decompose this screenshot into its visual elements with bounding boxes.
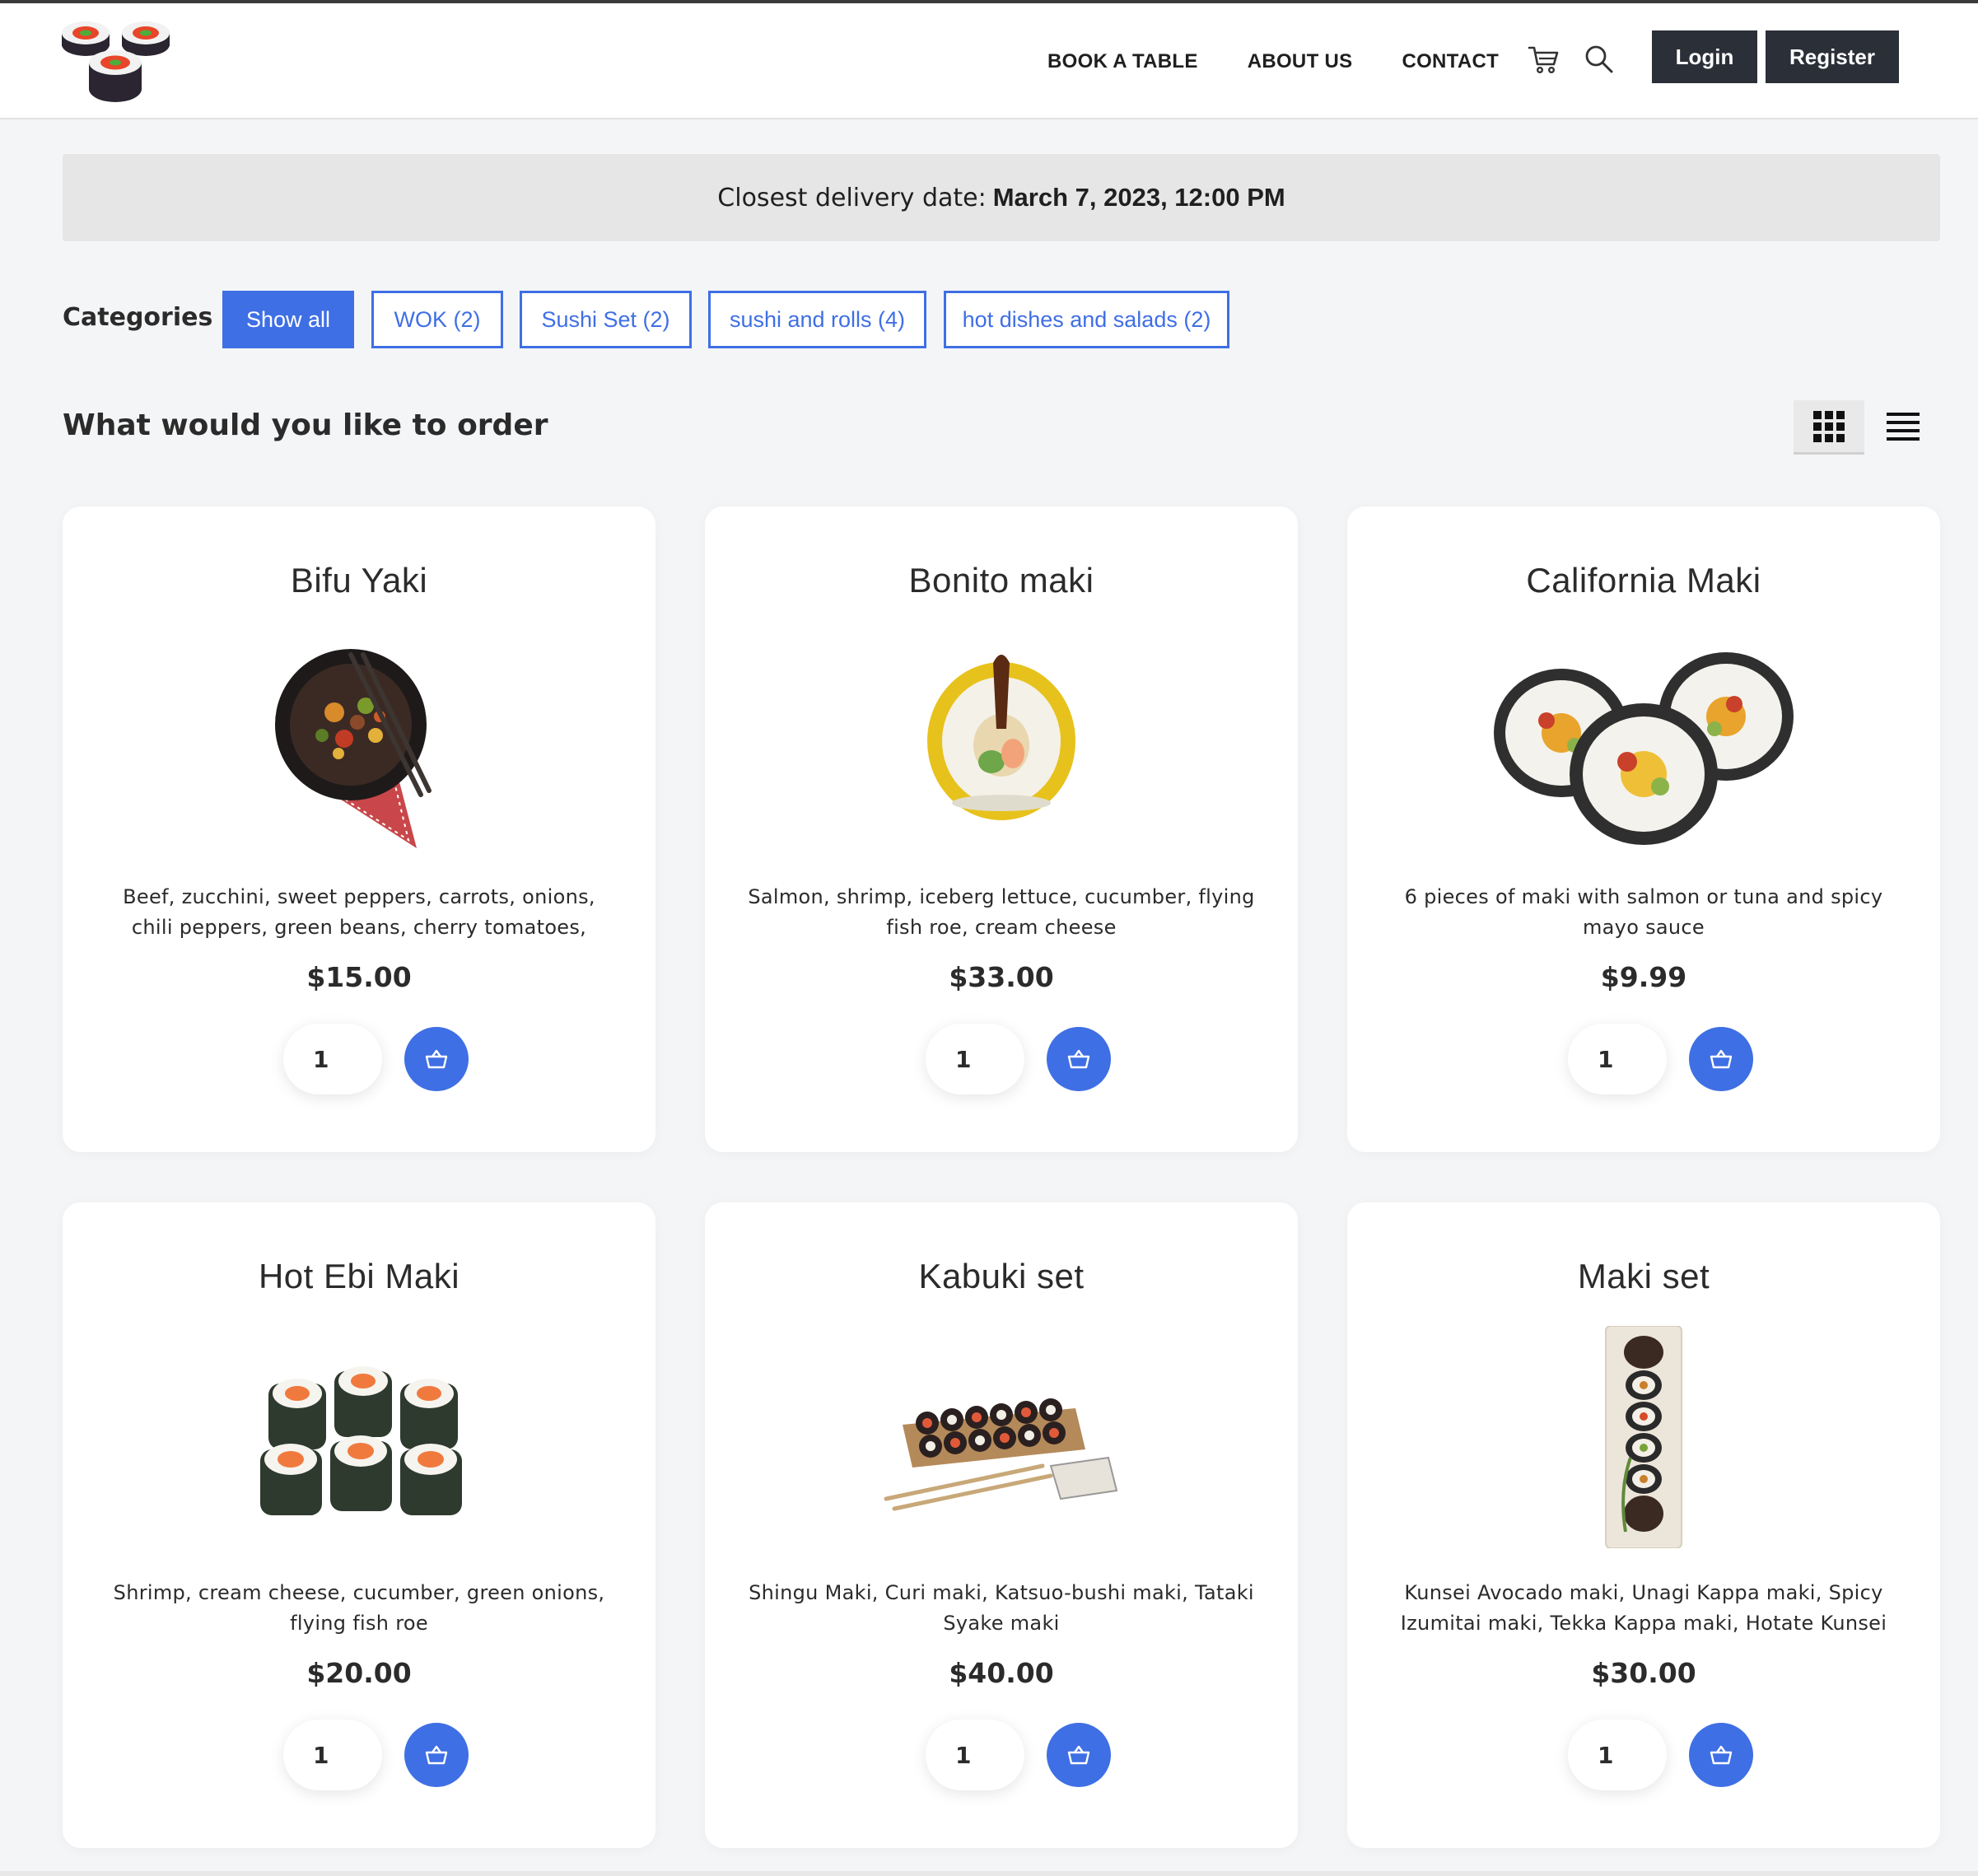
- product-price: $9.99: [1600, 961, 1687, 993]
- product-title: California Maki: [1526, 561, 1761, 600]
- category-wok[interactable]: WOK (2): [371, 291, 503, 348]
- register-button[interactable]: Register: [1766, 30, 1899, 83]
- grid-view-toggle[interactable]: [1794, 400, 1864, 455]
- nav-book-a-table[interactable]: BOOK A TABLE: [1047, 50, 1198, 73]
- california-maki-image[interactable]: [1487, 630, 1800, 852]
- product-description: Beef, zucchini, sweet peppers, carrots, …: [123, 885, 595, 939]
- basket-icon: [1710, 1049, 1733, 1069]
- basket-icon: [1067, 1745, 1090, 1765]
- bonito-roll-image[interactable]: [886, 630, 1117, 852]
- ebi-maki-image[interactable]: [244, 1326, 491, 1548]
- product-price: $40.00: [949, 1657, 1054, 1689]
- basket-icon: [1067, 1049, 1090, 1069]
- category-sushi-set[interactable]: Sushi Set (2): [520, 291, 692, 348]
- category-hot-dishes[interactable]: hot dishes and salads (2): [944, 291, 1229, 348]
- product-description: Kunsei Avocado maki, Unagi Kappa maki, S…: [1400, 1581, 1887, 1635]
- search-icon[interactable]: [1583, 43, 1616, 76]
- add-to-cart-button[interactable]: [404, 1027, 469, 1091]
- product-title: Bonito maki: [908, 561, 1094, 600]
- bottom-divider: [0, 1871, 1978, 1876]
- add-to-cart-button[interactable]: [404, 1723, 469, 1787]
- maki-set-image[interactable]: [1528, 1326, 1759, 1548]
- product-title: Kabuki set: [918, 1257, 1085, 1295]
- quantity-input[interactable]: 1: [1568, 1024, 1667, 1094]
- main-nav: BOOK A TABLE ABOUT US CONTACT: [1047, 3, 1499, 119]
- basket-icon: [425, 1745, 448, 1765]
- list-view-toggle[interactable]: [1868, 400, 1938, 455]
- grid-view-icon: [1813, 410, 1845, 442]
- site-header: BOOK A TABLE ABOUT US CONTACT Login Regi…: [0, 3, 1978, 119]
- quantity-input[interactable]: 1: [283, 1024, 382, 1094]
- list-view-icon: [1887, 413, 1920, 441]
- basket-icon: [1710, 1745, 1733, 1765]
- section-title: What would you like to order: [63, 408, 548, 442]
- delivery-label: Closest delivery date:: [717, 183, 987, 212]
- product-card: Bifu Yaki Beef, zucchini, sweet peppers,…: [63, 506, 655, 1152]
- product-card: Bonito maki Salmon, shrimp, iceberg lett…: [705, 506, 1298, 1152]
- product-description: Salmon, shrimp, iceberg lettuce, cucumbe…: [748, 885, 1255, 939]
- product-card: California Maki 6 pieces of maki with sa…: [1347, 506, 1940, 1152]
- product-title: Bifu Yaki: [290, 561, 428, 600]
- product-description: Shrimp, cream cheese, cucumber, green on…: [113, 1581, 605, 1635]
- product-card: Kabuki set Shingu Maki, Curi maki, Katsu…: [705, 1202, 1298, 1848]
- quantity-input[interactable]: 1: [283, 1720, 382, 1790]
- cart-icon[interactable]: [1527, 43, 1560, 76]
- add-to-cart-button[interactable]: [1047, 1027, 1111, 1091]
- quantity-input[interactable]: 1: [926, 1720, 1024, 1790]
- login-button[interactable]: Login: [1652, 30, 1757, 83]
- product-price: $33.00: [949, 961, 1054, 993]
- quantity-input[interactable]: 1: [1568, 1720, 1667, 1790]
- quantity-input[interactable]: 1: [926, 1024, 1024, 1094]
- wok-bowl-image[interactable]: [244, 630, 474, 852]
- categories-label: Categories: [63, 303, 213, 332]
- product-card: Hot Ebi Maki Shrimp, cream cheese, cucum…: [63, 1202, 655, 1848]
- product-description: Shingu Maki, Curi maki, Katsuo-bushi mak…: [749, 1581, 1254, 1635]
- add-to-cart-button[interactable]: [1689, 1723, 1753, 1787]
- product-price: $20.00: [306, 1657, 412, 1689]
- delivery-date: March 7, 2023, 12:00 PM: [992, 183, 1285, 212]
- add-to-cart-button[interactable]: [1689, 1027, 1753, 1091]
- product-price: $30.00: [1591, 1657, 1696, 1689]
- kabuki-set-image[interactable]: [870, 1326, 1133, 1548]
- product-price: $15.00: [306, 961, 412, 993]
- category-show-all[interactable]: Show all: [222, 291, 354, 348]
- nav-about-us[interactable]: ABOUT US: [1248, 50, 1353, 73]
- logo-sushi[interactable]: [61, 20, 171, 105]
- product-title: Maki set: [1577, 1257, 1710, 1295]
- delivery-banner: Closest delivery date: March 7, 2023, 12…: [63, 154, 1940, 241]
- basket-icon: [425, 1049, 448, 1069]
- product-card: Maki set Kunsei Avocado maki, Unagi Kapp…: [1347, 1202, 1940, 1848]
- add-to-cart-button[interactable]: [1047, 1723, 1111, 1787]
- product-title: Hot Ebi Maki: [258, 1257, 460, 1295]
- nav-contact[interactable]: CONTACT: [1402, 50, 1499, 73]
- product-description: 6 pieces of maki with salmon or tuna and…: [1404, 885, 1883, 939]
- category-sushi-and-rolls[interactable]: sushi and rolls (4): [708, 291, 926, 348]
